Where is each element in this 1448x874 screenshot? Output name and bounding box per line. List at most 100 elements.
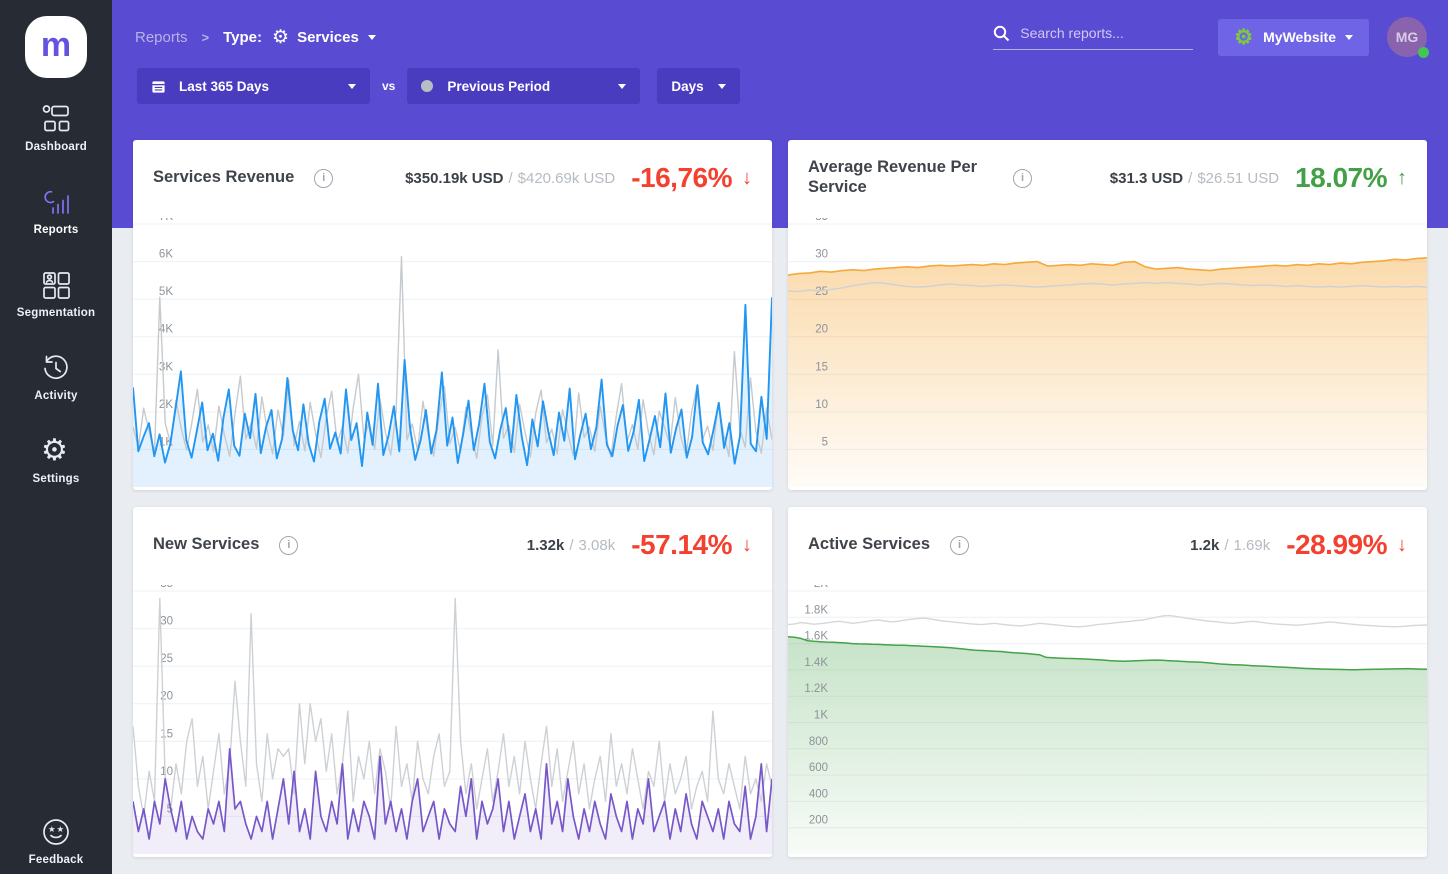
- activity-icon: [41, 353, 71, 383]
- compare-select[interactable]: Previous Period: [407, 68, 641, 104]
- segmentation-icon: [41, 270, 71, 300]
- card-title: Services Revenue: [153, 168, 295, 187]
- info-icon[interactable]: i: [279, 535, 299, 555]
- svg-text:1.4K: 1.4K: [804, 657, 828, 669]
- online-status-dot: [1418, 47, 1429, 58]
- caret-down-icon: [1345, 34, 1353, 40]
- avatar-initials: MG: [1395, 29, 1419, 45]
- info-icon[interactable]: i: [1013, 168, 1032, 188]
- dashboard-icon: [41, 104, 71, 134]
- value-separator: /: [569, 536, 574, 554]
- card-metrics: $31.3 USD / $26.51 USD 18.07% ↑: [1110, 162, 1407, 194]
- svg-text:600: 600: [809, 762, 828, 774]
- active-services-line-chart[interactable]: 2K1.8K1.6K1.4K1.2K1K800600400200: [788, 585, 1427, 854]
- settings-gear-icon: ⚙: [41, 434, 68, 467]
- sidebar-item-label: Dashboard: [25, 141, 87, 153]
- sidebar-item-label: Segmentation: [16, 307, 96, 319]
- svg-text:★: ★: [48, 824, 56, 834]
- main-area: Reports > Type: ⚙ Services ⚙ MyWebsite: [112, 0, 1448, 874]
- topbar: Reports > Type: ⚙ Services ⚙ MyWebsite: [112, 0, 1448, 62]
- card-metrics: 1.32k / 3.08k -57.14% ↓: [527, 529, 752, 561]
- arrow-down-icon: ↓: [742, 166, 752, 189]
- current-value: $350.19k USD: [405, 169, 504, 187]
- card-header: Active Services i 1.2k / 1.69k -28.99% ↓: [788, 507, 1427, 579]
- gear-icon: ⚙: [272, 26, 290, 48]
- current-value: 1.32k: [526, 536, 565, 554]
- report-type-dropdown[interactable]: Services: [297, 29, 359, 46]
- search-input[interactable]: [1020, 25, 1186, 41]
- svg-text:5K: 5K: [159, 286, 173, 298]
- svg-text:10: 10: [815, 399, 828, 411]
- vs-label: vs: [382, 79, 396, 93]
- comparison-dot-icon: [421, 80, 434, 92]
- svg-text:35: 35: [160, 585, 173, 590]
- avatar[interactable]: MG: [1387, 17, 1429, 58]
- sidebar-item-label: Feedback: [28, 854, 84, 866]
- topbar-right: ⚙ MyWebsite MG: [993, 17, 1429, 58]
- chevron-right-icon: >: [201, 29, 210, 45]
- info-icon[interactable]: i: [950, 535, 970, 555]
- sidebar-item-feedback[interactable]: ★ ★ Feedback: [29, 817, 84, 866]
- svg-text:400: 400: [809, 788, 828, 800]
- current-value: $31.3 USD: [1109, 169, 1184, 187]
- search-icon[interactable]: [993, 25, 1010, 42]
- previous-value: $26.51 USD: [1197, 169, 1280, 187]
- previous-value: $420.69k USD: [517, 169, 616, 187]
- compare-value: Previous Period: [447, 78, 551, 94]
- caret-down-icon: [717, 83, 726, 89]
- breadcrumb: Reports > Type: ⚙ Services: [135, 28, 376, 47]
- sidebar-item-reports[interactable]: Reports: [34, 187, 79, 236]
- breadcrumb-type-label: Type:: [223, 28, 263, 46]
- average-revenue-line-chart[interactable]: 35 30 25 20 15 10 5: [788, 218, 1427, 487]
- sidebar-item-label: Reports: [33, 224, 79, 236]
- sidebar-item-segmentation[interactable]: Segmentation: [17, 270, 95, 319]
- card-header: Services Revenue i $350.19k USD / $420.6…: [133, 140, 772, 212]
- card-title: Active Services: [808, 535, 931, 554]
- site-gear-icon: ⚙: [1234, 25, 1254, 49]
- card-metrics: 1.2k / 1.69k -28.99% ↓: [1190, 529, 1407, 561]
- caret-down-icon[interactable]: [367, 34, 376, 40]
- change-percent: -16,76%: [631, 162, 732, 193]
- arrow-up-icon: ↑: [1397, 166, 1407, 189]
- card-header: Average Revenue Per Service i $31.3 USD …: [788, 140, 1427, 212]
- feedback-smiley-icon: ★ ★: [41, 817, 71, 847]
- card-title: New Services: [153, 535, 260, 554]
- info-icon[interactable]: i: [314, 168, 334, 188]
- change-percent: -57.14%: [631, 529, 732, 560]
- site-selector-button[interactable]: ⚙ MyWebsite: [1218, 18, 1369, 56]
- new-services-line-chart[interactable]: 3530252015105: [133, 585, 772, 854]
- sidebar: m Dashboard Reports Segmentation Activit…: [0, 0, 112, 874]
- granularity-select[interactable]: Days: [657, 68, 740, 104]
- sidebar-item-settings[interactable]: ⚙ Settings: [32, 434, 80, 486]
- site-name: MyWebsite: [1263, 29, 1336, 45]
- svg-text:10: 10: [160, 766, 173, 778]
- report-cards: Services Revenue i $350.19k USD / $420.6…: [133, 140, 1427, 857]
- date-range-select[interactable]: Last 365 Days: [137, 68, 370, 104]
- sidebar-item-activity[interactable]: Activity: [34, 353, 77, 402]
- svg-text:20: 20: [815, 324, 828, 336]
- svg-text:15: 15: [815, 361, 828, 373]
- app-logo-letter: m: [40, 26, 72, 64]
- granularity-value: Days: [671, 78, 704, 94]
- svg-text:2K: 2K: [159, 399, 173, 411]
- breadcrumb-reports-link[interactable]: Reports: [135, 29, 188, 46]
- sidebar-item-dashboard[interactable]: Dashboard: [25, 104, 87, 153]
- card-new-services: New Services i 1.32k / 3.08k -57.14% ↓ 3…: [133, 507, 772, 857]
- svg-text:7K: 7K: [159, 218, 173, 223]
- value-separator: /: [1188, 169, 1193, 187]
- svg-text:15: 15: [160, 728, 173, 740]
- arrow-down-icon: ↓: [742, 533, 752, 556]
- sidebar-item-label: Settings: [32, 473, 80, 485]
- svg-text:2K: 2K: [814, 585, 828, 590]
- calendar-icon: [152, 80, 165, 93]
- svg-text:3K: 3K: [159, 361, 173, 373]
- change-percent: 18.07%: [1295, 162, 1387, 193]
- svg-text:200: 200: [809, 815, 828, 827]
- card-header: New Services i 1.32k / 3.08k -57.14% ↓: [133, 507, 772, 579]
- svg-text:1K: 1K: [814, 710, 828, 722]
- services-revenue-line-chart[interactable]: 7K6K5K4K3K2K1K: [133, 218, 772, 487]
- date-range-value: Last 365 Days: [179, 78, 270, 94]
- app-logo[interactable]: m: [25, 16, 87, 78]
- change-percent: -28.99%: [1286, 529, 1387, 560]
- svg-text:30: 30: [815, 249, 828, 261]
